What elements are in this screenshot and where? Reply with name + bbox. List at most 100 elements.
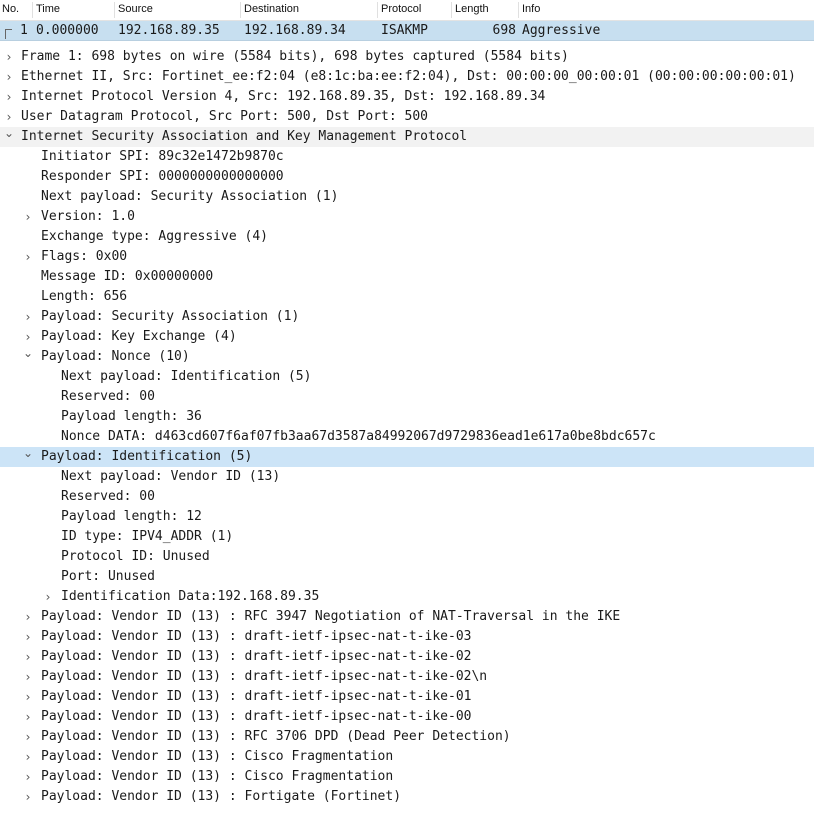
tree-item[interactable]: Reserved: 00 xyxy=(0,387,814,407)
chevron-right-icon[interactable]: › xyxy=(22,607,34,627)
column-header-info[interactable]: Info xyxy=(522,3,540,19)
tree-item[interactable]: › Payload: Vendor ID (13) : draft-ietf-ip… xyxy=(0,707,814,727)
tree-item[interactable]: Payload length: 12 xyxy=(0,507,814,527)
tree-item[interactable]: › Flags: 0x00 xyxy=(0,247,814,267)
packet-destination: 192.168.89.34 xyxy=(244,23,346,38)
tree-item-label: Payload: Vendor ID (13) : Cisco Fragment… xyxy=(41,749,394,764)
chevron-right-icon[interactable]: › xyxy=(22,767,34,787)
tree-item-label: Payload: Key Exchange (4) xyxy=(41,329,237,344)
tree-item[interactable]: › Payload: Security Association (1) xyxy=(0,307,814,327)
tree-item-label: Payload: Vendor ID (13) : Cisco Fragment… xyxy=(41,769,394,784)
tree-item[interactable]: › Payload: Vendor ID (13) : RFC 3706 DPD … xyxy=(0,727,814,747)
tree-item[interactable]: › Internet Protocol Version 4, Src: 192.1… xyxy=(0,87,814,107)
tree-item-label: Internet Protocol Version 4, Src: 192.16… xyxy=(21,89,546,104)
column-header-destination[interactable]: Destination xyxy=(244,3,299,19)
column-divider[interactable] xyxy=(518,2,519,18)
column-header-time[interactable]: Time xyxy=(36,3,60,19)
column-header-protocol[interactable]: Protocol xyxy=(381,3,421,19)
column-divider[interactable] xyxy=(240,2,241,18)
tree-item[interactable]: › Version: 1.0 xyxy=(0,207,814,227)
tree-item[interactable]: ID type: IPV4_ADDR (1) xyxy=(0,527,814,547)
packet-info: Aggressive xyxy=(522,23,601,38)
chevron-right-icon[interactable]: › xyxy=(42,587,54,607)
tree-item-label: Length: 656 xyxy=(41,289,128,304)
chevron-down-icon[interactable]: ⌄ xyxy=(22,443,34,463)
column-header-source[interactable]: Source xyxy=(118,3,153,19)
tree-item[interactable]: Payload length: 36 xyxy=(0,407,814,427)
tree-item[interactable]: Message ID: 0x00000000 xyxy=(0,267,814,287)
tree-item-label: Next payload: Identification (5) xyxy=(61,369,312,384)
tree-item[interactable]: Responder SPI: 0000000000000000 xyxy=(0,167,814,187)
tree-item[interactable]: Exchange type: Aggressive (4) xyxy=(0,227,814,247)
tree-item[interactable]: ⌄ Internet Security Association and Key M… xyxy=(0,126,814,147)
tree-item[interactable]: Port: Unused xyxy=(0,567,814,587)
tree-item-label: Payload: Vendor ID (13) : RFC 3706 DPD (… xyxy=(41,729,511,744)
tree-item[interactable]: › Payload: Vendor ID (13) : Fortigate (Fo… xyxy=(0,787,814,807)
packet-list-row-selected[interactable]: 1 0.000000 192.168.89.35 192.168.89.34 I… xyxy=(0,21,814,41)
packet-protocol: ISAKMP xyxy=(381,23,428,38)
tree-item-label: Protocol ID: Unused xyxy=(61,549,210,564)
chevron-right-icon[interactable]: › xyxy=(22,787,34,807)
tree-item[interactable]: Next payload: Identification (5) xyxy=(0,367,814,387)
tree-item[interactable]: ⌄ Payload: Identification (5) xyxy=(0,446,814,467)
chevron-right-icon[interactable]: › xyxy=(3,87,15,107)
tree-item-label: Initiator SPI: 89c32e1472b9870c xyxy=(41,149,284,164)
tree-item-label: Internet Security Association and Key Ma… xyxy=(21,129,468,144)
tree-item[interactable]: › Payload: Vendor ID (13) : RFC 3947 Nego… xyxy=(0,607,814,627)
tree-item[interactable]: ⌄ Payload: Nonce (10) xyxy=(0,346,814,367)
tree-item-label: Exchange type: Aggressive (4) xyxy=(41,229,268,244)
column-header-length[interactable]: Length xyxy=(455,3,489,19)
tree-item[interactable]: Protocol ID: Unused xyxy=(0,547,814,567)
tree-item[interactable]: › Ethernet II, Src: Fortinet_ee:f2:04 (e8… xyxy=(0,67,814,87)
tree-item[interactable]: › Payload: Vendor ID (13) : Cisco Fragmen… xyxy=(0,747,814,767)
column-divider[interactable] xyxy=(451,2,452,18)
tree-item-label: Port: Unused xyxy=(61,569,155,584)
tree-item[interactable]: Next payload: Security Association (1) xyxy=(0,187,814,207)
chevron-right-icon[interactable]: › xyxy=(22,307,34,327)
chevron-right-icon[interactable]: › xyxy=(22,727,34,747)
chevron-right-icon[interactable]: › xyxy=(3,67,15,87)
tree-item-label: Payload: Nonce (10) xyxy=(41,349,190,364)
tree-item-label: Flags: 0x00 xyxy=(41,249,128,264)
tree-item[interactable]: › Frame 1: 698 bytes on wire (5584 bits),… xyxy=(0,47,814,67)
chevron-right-icon[interactable]: › xyxy=(22,687,34,707)
tree-item-label: Frame 1: 698 bytes on wire (5584 bits), … xyxy=(21,49,569,64)
chevron-right-icon[interactable]: › xyxy=(22,647,34,667)
tree-item[interactable]: Nonce DATA: d463cd607f6af07fb3aa67d3587a… xyxy=(0,427,814,447)
tree-item[interactable]: › User Datagram Protocol, Src Port: 500, … xyxy=(0,107,814,127)
chevron-right-icon[interactable]: › xyxy=(22,667,34,687)
packet-source: 192.168.89.35 xyxy=(118,23,220,38)
tree-item[interactable]: › Payload: Vendor ID (13) : draft-ietf-ip… xyxy=(0,627,814,647)
chevron-right-icon[interactable]: › xyxy=(22,207,34,227)
column-divider[interactable] xyxy=(377,2,378,18)
tree-item-label: Ethernet II, Src: Fortinet_ee:f2:04 (e8:… xyxy=(21,69,796,84)
tree-item[interactable]: › Payload: Vendor ID (13) : Cisco Fragmen… xyxy=(0,767,814,787)
tree-item[interactable]: › Payload: Vendor ID (13) : draft-ietf-ip… xyxy=(0,667,814,687)
tree-item[interactable]: › Identification Data:192.168.89.35 xyxy=(0,587,814,607)
chevron-right-icon[interactable]: › xyxy=(3,47,15,67)
chevron-right-icon[interactable]: › xyxy=(22,627,34,647)
tree-item[interactable]: › Payload: Key Exchange (4) xyxy=(0,327,814,347)
conversation-bracket-icon xyxy=(5,29,12,39)
column-divider[interactable] xyxy=(114,2,115,18)
packet-time: 0.000000 xyxy=(36,23,99,38)
column-divider[interactable] xyxy=(32,2,33,18)
tree-item-label: Responder SPI: 0000000000000000 xyxy=(41,169,284,184)
tree-item[interactable]: Reserved: 00 xyxy=(0,487,814,507)
tree-item[interactable]: Next payload: Vendor ID (13) xyxy=(0,467,814,487)
column-header-no[interactable]: No. xyxy=(2,3,19,19)
tree-item-label: Payload: Vendor ID (13) : Fortigate (For… xyxy=(41,789,402,804)
packet-list-header: No. Time Source Destination Protocol Len… xyxy=(0,0,814,21)
tree-item[interactable]: › Payload: Vendor ID (13) : draft-ietf-ip… xyxy=(0,647,814,667)
chevron-right-icon[interactable]: › xyxy=(22,707,34,727)
tree-item-label: Payload: Security Association (1) xyxy=(41,309,300,324)
tree-item[interactable]: Length: 656 xyxy=(0,287,814,307)
tree-item-label: Payload: Vendor ID (13) : RFC 3947 Negot… xyxy=(41,609,621,624)
tree-item[interactable]: Initiator SPI: 89c32e1472b9870c xyxy=(0,147,814,167)
tree-item[interactable]: › Payload: Vendor ID (13) : draft-ietf-ip… xyxy=(0,687,814,707)
chevron-down-icon[interactable]: ⌄ xyxy=(3,123,15,143)
chevron-right-icon[interactable]: › xyxy=(22,747,34,767)
tree-item-label: Identification Data:192.168.89.35 xyxy=(61,589,320,604)
chevron-down-icon[interactable]: ⌄ xyxy=(22,343,34,363)
chevron-right-icon[interactable]: › xyxy=(22,247,34,267)
